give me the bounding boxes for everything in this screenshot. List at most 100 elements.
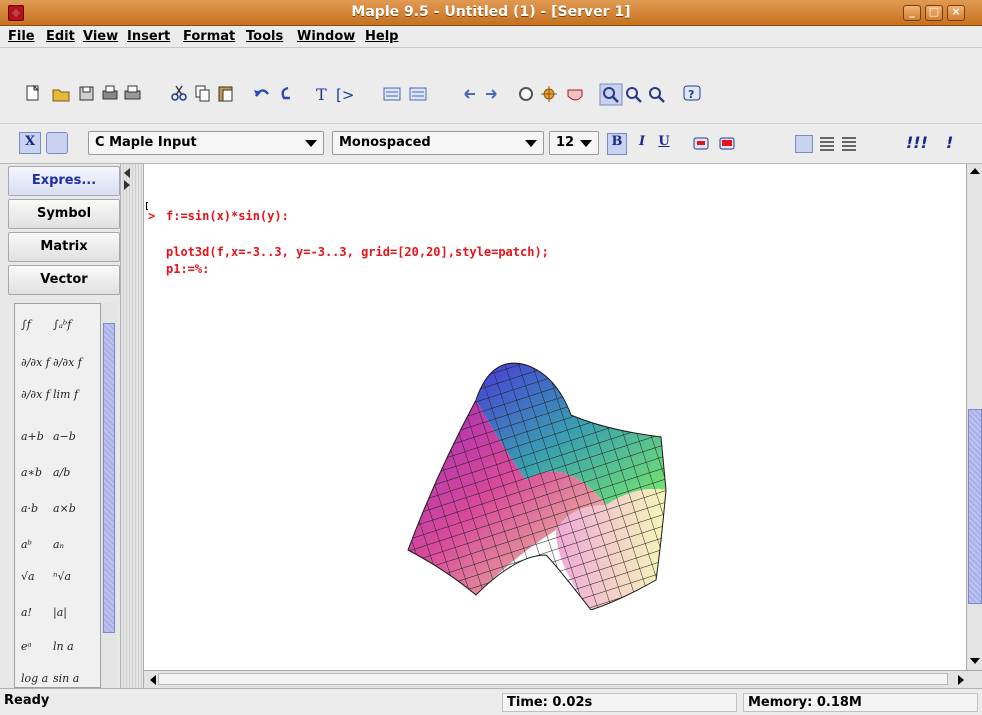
undo-icon[interactable] <box>254 89 269 97</box>
insert-math-icon[interactable] <box>719 137 735 150</box>
menu-window[interactable]: Window <box>297 29 355 44</box>
zoom-200-icon[interactable] <box>649 87 665 103</box>
text-mode-icon[interactable]: T <box>316 85 327 104</box>
underline-button[interactable]: U <box>656 134 672 156</box>
style-dropdown-value: C Maple Input <box>95 135 197 150</box>
palette-item[interactable]: |a| <box>53 606 67 619</box>
palette-item[interactable]: ∂/∂x f <box>21 388 50 401</box>
print-preview-icon[interactable] <box>102 85 118 100</box>
menu-format[interactable]: Format <box>183 29 235 44</box>
memory-readout: Memory: 0.18M <box>743 693 978 712</box>
palette-item[interactable]: a×b <box>53 502 76 515</box>
execute-button[interactable]: ! <box>946 133 953 152</box>
menu-bar: File Edit View Insert Format Tools Windo… <box>0 26 982 48</box>
maple-input-icon[interactable]: [> <box>336 86 354 104</box>
copy-icon[interactable] <box>195 85 210 102</box>
menu-insert[interactable]: Insert <box>127 29 170 44</box>
open-icon[interactable] <box>52 89 70 102</box>
font-dropdown-value: Monospaced <box>339 135 431 150</box>
scroll-right-icon[interactable] <box>958 675 964 685</box>
menu-view[interactable]: View <box>83 29 118 44</box>
menu-edit[interactable]: Edit <box>46 29 75 44</box>
back-icon[interactable] <box>464 89 475 99</box>
stop-icon[interactable] <box>519 87 533 101</box>
palette-tab-vector[interactable]: Vector <box>8 265 120 295</box>
scroll-left-icon[interactable] <box>150 675 156 685</box>
horizontal-scroll-thumb[interactable] <box>158 673 948 685</box>
palette-item[interactable]: ∂/∂x f <box>21 356 50 369</box>
bold-button[interactable]: B <box>607 133 627 155</box>
execute-all-button[interactable]: !!! <box>906 133 928 152</box>
worksheet-horizontal-scrollbar[interactable] <box>144 670 982 688</box>
palette-item[interactable]: aᵇ <box>21 538 32 551</box>
palette-item[interactable]: a+b <box>21 430 44 443</box>
save-icon[interactable] <box>79 86 94 101</box>
input-line[interactable]: f:=sin(x)*sin(y): <box>166 209 289 223</box>
palette-item[interactable]: √a <box>21 570 35 583</box>
font-dropdown[interactable]: Monospaced <box>332 131 544 155</box>
insert-group-icon[interactable] <box>383 87 401 101</box>
palette-tab-matrix[interactable]: Matrix <box>8 232 120 262</box>
palette-item[interactable]: log a <box>21 672 48 685</box>
style-dropdown[interactable]: C Maple Input <box>88 131 324 155</box>
menu-help[interactable]: Help <box>365 29 398 44</box>
palette-item[interactable]: a−b <box>53 430 76 443</box>
palette-item[interactable]: a·b <box>21 502 38 515</box>
text-input-toggle-icon[interactable]: X <box>19 132 41 154</box>
align-center-icon[interactable] <box>820 137 834 151</box>
input-line[interactable]: p1:=%: <box>166 262 209 276</box>
palette-tab-symbol[interactable]: Symbol <box>8 199 120 229</box>
restart-icon[interactable] <box>567 89 583 101</box>
zoom-100-icon[interactable] <box>599 83 623 106</box>
chevron-down-icon <box>580 140 592 147</box>
scroll-down-icon[interactable] <box>970 658 980 664</box>
close-button[interactable]: × <box>947 5 965 21</box>
palette-item[interactable]: a/b <box>53 466 70 479</box>
print-icon[interactable] <box>124 85 141 100</box>
palette-item[interactable]: eᵃ <box>21 640 32 653</box>
menu-file[interactable]: File <box>8 29 35 44</box>
palette-item[interactable]: ⁿ√a <box>53 570 71 583</box>
scroll-up-icon[interactable] <box>970 168 980 174</box>
palette-splitter[interactable] <box>120 164 144 688</box>
palette-scrollbar[interactable] <box>100 303 117 688</box>
new-icon[interactable] <box>26 84 40 101</box>
palette-item[interactable]: aₙ <box>53 538 64 551</box>
cut-icon[interactable] <box>171 85 187 101</box>
palette-tab-expression[interactable]: Expres... <box>8 166 120 196</box>
help-icon[interactable]: ? <box>683 85 701 101</box>
worksheet-scroll-thumb[interactable] <box>968 409 982 604</box>
expand-right-icon[interactable] <box>124 180 130 190</box>
italic-button[interactable]: I <box>634 134 650 156</box>
redo-icon[interactable] <box>281 86 290 100</box>
palette-item[interactable]: sin a <box>53 672 79 685</box>
svg-text:?: ? <box>688 88 694 101</box>
worksheet[interactable]: > f:=sin(x)*sin(y): plot3d(f,x=-3..3, y=… <box>144 164 966 670</box>
plot3d-surface[interactable] <box>406 355 706 610</box>
palette-item[interactable]: a∗b <box>21 466 42 479</box>
minimize-button[interactable]: _ <box>903 5 921 21</box>
palette-item[interactable]: ∫f <box>21 318 31 331</box>
insert-section-icon[interactable] <box>409 87 427 101</box>
time-readout: Time: 0.02s <box>502 693 737 712</box>
palette-item[interactable]: a! <box>21 606 32 619</box>
align-left-icon[interactable] <box>795 135 813 153</box>
palette-item[interactable]: ln a <box>53 640 74 653</box>
align-right-icon[interactable] <box>842 137 856 151</box>
debug-icon[interactable] <box>541 86 557 102</box>
collapse-left-icon[interactable] <box>124 168 130 178</box>
font-size-dropdown[interactable]: 12 <box>549 131 599 155</box>
palette-item[interactable]: lim f <box>53 388 78 401</box>
math-input-icon[interactable] <box>46 132 68 154</box>
palette-item[interactable]: ∂/∂x f <box>53 356 82 369</box>
input-line[interactable]: plot3d(f,x=-3..3, y=-3..3, grid=[20,20],… <box>166 245 549 259</box>
insert-text-icon[interactable] <box>693 137 709 150</box>
menu-tools[interactable]: Tools <box>246 29 283 44</box>
palette-scroll-thumb[interactable] <box>103 323 115 633</box>
zoom-150-icon[interactable] <box>626 87 642 103</box>
forward-icon[interactable] <box>486 89 497 99</box>
worksheet-vertical-scrollbar[interactable] <box>966 164 982 670</box>
palette-item[interactable]: ∫ₐᵇf <box>53 318 71 331</box>
maximize-button[interactable]: □ <box>925 5 943 21</box>
paste-icon[interactable] <box>218 86 233 102</box>
